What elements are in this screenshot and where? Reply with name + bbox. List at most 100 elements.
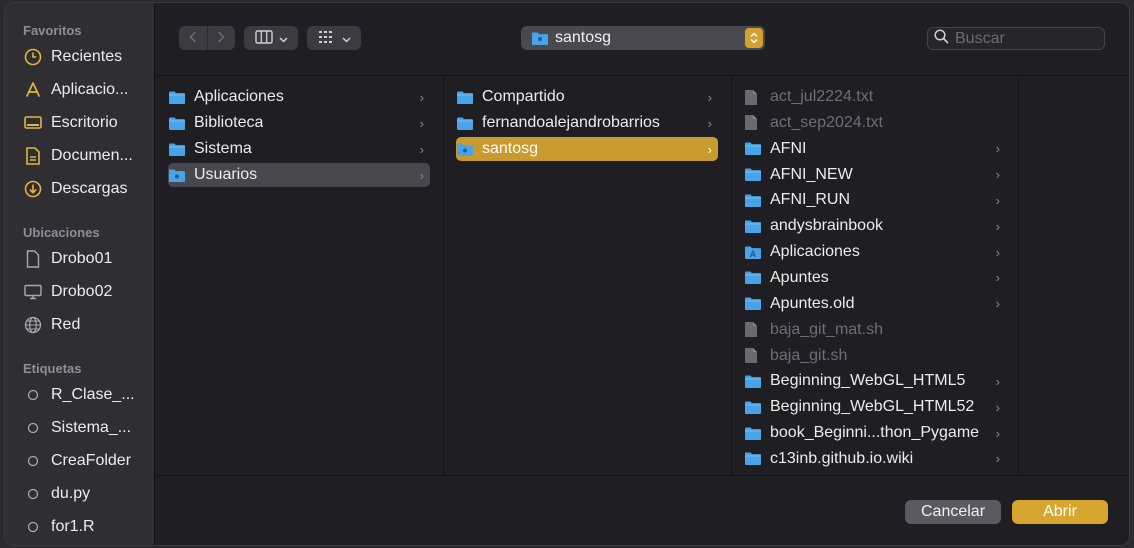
list-item-santosg[interactable]: santosg › bbox=[456, 137, 718, 161]
forward-button[interactable] bbox=[206, 26, 236, 50]
sidebar-item-aplicaciones[interactable]: Aplicacio... bbox=[23, 77, 149, 103]
open-button[interactable]: Abrir bbox=[1012, 500, 1108, 524]
sidebar-item-label: CreaFolder bbox=[51, 452, 132, 469]
list-item[interactable]: Beginning_WebGL_HTML52 › bbox=[744, 395, 1006, 419]
file-icon bbox=[744, 348, 762, 364]
sidebar-item-descargas[interactable]: Descargas bbox=[23, 176, 149, 202]
folder-icon bbox=[744, 192, 762, 208]
folder-icon bbox=[744, 373, 762, 389]
list-item[interactable]: baja_git.sh bbox=[744, 344, 1006, 368]
list-item[interactable]: baja_git_mat.sh bbox=[744, 318, 1006, 342]
folder-icon bbox=[744, 296, 762, 312]
cancel-button[interactable]: Cancelar bbox=[905, 500, 1001, 524]
sidebar-tag-r-clase[interactable]: R_Clase_... bbox=[23, 382, 149, 408]
item-label: baja_git.sh bbox=[770, 346, 848, 364]
applications-folder-icon bbox=[744, 244, 762, 260]
item-label: book_Beginni...thon_Pygame bbox=[770, 424, 980, 442]
list-item[interactable]: Beginning_WebGL_HTML5 › bbox=[744, 369, 1006, 393]
desktop-icon bbox=[23, 113, 43, 133]
chevron-right-icon: › bbox=[995, 218, 1000, 234]
favorites-section-title: Favoritos bbox=[23, 23, 82, 38]
list-item[interactable]: book_Beginni...thon_Pygame › bbox=[744, 421, 1006, 445]
browser-column-4 bbox=[1019, 77, 1129, 475]
sidebar-tag-creafolder[interactable]: CreaFolder bbox=[23, 448, 149, 474]
item-label: fernandoalejandrobarrios bbox=[482, 114, 660, 131]
chevron-right-icon: › bbox=[419, 141, 424, 157]
folder-icon bbox=[456, 115, 474, 131]
item-label: Biblioteca bbox=[194, 114, 264, 131]
folder-icon bbox=[168, 115, 186, 131]
search-input[interactable] bbox=[955, 29, 1095, 48]
item-label: Usuarios bbox=[194, 166, 258, 183]
item-label: Aplicaciones bbox=[194, 88, 284, 105]
item-label: AFNI_RUN bbox=[770, 191, 851, 209]
chevron-right-icon: › bbox=[995, 373, 1000, 389]
toolbar: santosg bbox=[156, 3, 1129, 76]
list-item[interactable]: act_jul2224.txt bbox=[744, 85, 1006, 109]
back-button[interactable] bbox=[179, 26, 207, 50]
item-label: act_sep2024.txt bbox=[770, 113, 883, 131]
list-item[interactable]: act_sep2024.txt bbox=[744, 111, 1006, 135]
list-item[interactable]: Apuntes › bbox=[744, 266, 1006, 290]
search-icon bbox=[934, 28, 949, 49]
view-mode-button[interactable] bbox=[244, 26, 298, 50]
folder-icon bbox=[456, 89, 474, 105]
browser-column-3: act_jul2224.txt act_sep2024.txt AFNI › AFNI_… bbox=[732, 77, 1019, 475]
file-icon bbox=[744, 115, 762, 131]
folder-icon bbox=[744, 399, 762, 415]
sidebar-item-drobo01[interactable]: Drobo01 bbox=[23, 246, 149, 272]
sidebar-item-label: Documen... bbox=[51, 147, 133, 164]
sidebar-item-label: R_Clase_... bbox=[51, 386, 135, 403]
list-item-aplicaciones[interactable]: Aplicaciones › bbox=[168, 85, 430, 109]
list-item[interactable]: AFNI_NEW › bbox=[744, 163, 1006, 187]
list-item-usuarios[interactable]: Usuarios › bbox=[168, 163, 430, 187]
item-label: santosg bbox=[482, 140, 539, 157]
sidebar-item-label: Escritorio bbox=[51, 114, 118, 131]
list-item-sistema[interactable]: Sistema › bbox=[168, 137, 430, 161]
sidebar-tag-sistema[interactable]: Sistema_... bbox=[23, 415, 149, 441]
sidebar-tag-du-py[interactable]: du.py bbox=[23, 481, 149, 507]
list-item-biblioteca[interactable]: Biblioteca › bbox=[168, 111, 430, 135]
item-label: act_jul2224.txt bbox=[770, 88, 874, 105]
item-label: Apuntes bbox=[770, 268, 829, 286]
chevron-right-icon: › bbox=[707, 115, 712, 131]
sidebar-item-drobo02[interactable]: Drobo02 bbox=[23, 279, 149, 305]
chevron-right-icon: › bbox=[995, 167, 1000, 183]
sidebar: Favoritos Recientes Aplicacio... Escrito… bbox=[5, 3, 155, 545]
user-folder-icon bbox=[531, 31, 549, 46]
sidebar-item-red[interactable]: Red bbox=[23, 312, 149, 338]
list-item[interactable]: Apuntes.old › bbox=[744, 292, 1006, 316]
tags-section-title: Etiquetas bbox=[23, 361, 82, 376]
dialog-footer: Cancelar Abrir bbox=[156, 475, 1129, 545]
clock-icon bbox=[23, 47, 43, 67]
item-label: AFNI bbox=[770, 139, 807, 157]
list-item-compartido[interactable]: Compartido › bbox=[456, 85, 718, 109]
stepper-arrows-icon bbox=[745, 28, 763, 48]
folder-icon bbox=[744, 141, 762, 157]
group-mode-button[interactable] bbox=[307, 26, 361, 50]
folder-icon bbox=[168, 89, 186, 105]
sidebar-item-escritorio[interactable]: Escritorio bbox=[23, 110, 149, 136]
chevron-right-icon: › bbox=[995, 270, 1000, 286]
folder-icon bbox=[744, 451, 762, 467]
sidebar-item-recientes[interactable]: Recientes bbox=[23, 44, 149, 70]
list-item[interactable]: Aplicaciones › bbox=[744, 240, 1006, 264]
sidebar-item-label: Red bbox=[51, 316, 81, 333]
folder-icon bbox=[744, 218, 762, 234]
list-item[interactable]: AFNI_RUN › bbox=[744, 188, 1006, 212]
path-popup-button[interactable]: santosg bbox=[521, 26, 765, 50]
list-item[interactable]: andysbrainbook › bbox=[744, 214, 1006, 238]
sidebar-item-label: Drobo02 bbox=[51, 283, 113, 300]
list-item[interactable]: c13inb.github.io.wiki › bbox=[744, 447, 1006, 471]
list-item-fernandoalejandrobarrios[interactable]: fernandoalejandrobarrios › bbox=[456, 111, 718, 135]
sidebar-tag-for1-r[interactable]: for1.R bbox=[23, 514, 149, 540]
list-item[interactable]: AFNI › bbox=[744, 137, 1006, 161]
sidebar-item-label: for1.R bbox=[51, 518, 95, 535]
search-field[interactable] bbox=[927, 27, 1105, 50]
chevron-right-icon: › bbox=[419, 115, 424, 131]
chevron-right-icon: › bbox=[995, 425, 1000, 441]
tag-circle-icon bbox=[23, 484, 43, 504]
sidebar-item-documentos[interactable]: Documen... bbox=[23, 143, 149, 169]
sidebar-item-label: Recientes bbox=[51, 48, 123, 65]
columns-view-icon bbox=[254, 29, 273, 47]
